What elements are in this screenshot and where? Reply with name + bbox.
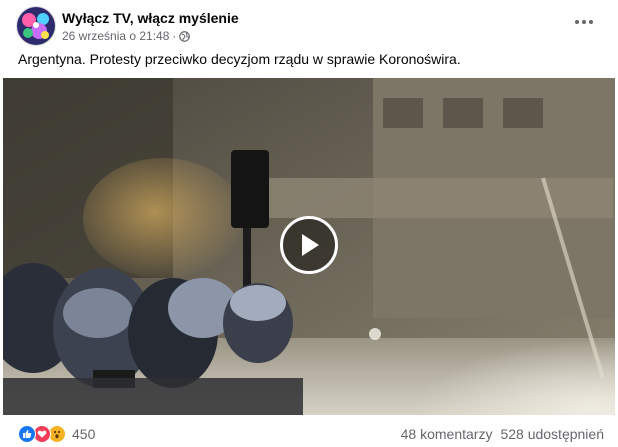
page-name[interactable]: Wyłącz TV, włącz myślenie (62, 10, 239, 26)
meta-separator: · (172, 29, 177, 43)
post-timestamp[interactable]: 26 września o 21:48 (62, 29, 169, 43)
reaction-count: 450 (72, 426, 96, 442)
like-icon (18, 425, 36, 443)
play-icon[interactable] (280, 216, 338, 274)
avatar-artwork-icon (17, 7, 55, 45)
comments-count-link[interactable]: 48 komentarzy (401, 426, 493, 442)
facebook-post: Wyłącz TV, włącz myślenie 26 września o … (0, 0, 618, 447)
shares-count-link[interactable]: 528 udostępnień (500, 426, 604, 442)
post-text: Argentyna. Protesty przeciwko decyzjom r… (18, 51, 461, 67)
reactions-summary[interactable]: 450 (18, 425, 95, 443)
post-footer: 450 48 komentarzy 528 udostępnień (14, 423, 604, 445)
engagement-counts: 48 komentarzy 528 udostępnień (401, 426, 604, 442)
page-avatar[interactable] (16, 6, 56, 46)
more-options-icon[interactable] (572, 12, 596, 32)
post-meta: 26 września o 21:48 · (62, 29, 191, 43)
globe-icon[interactable] (179, 30, 191, 42)
video-player[interactable] (3, 78, 615, 415)
post-header: Wyłącz TV, włącz myślenie 26 września o … (14, 6, 604, 46)
